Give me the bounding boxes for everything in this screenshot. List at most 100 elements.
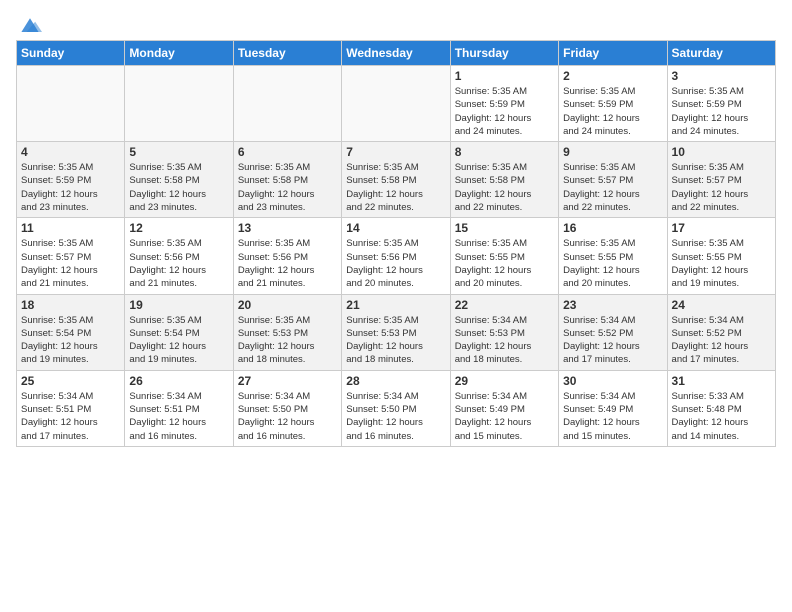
day-number: 6 <box>238 145 337 159</box>
day-number: 18 <box>21 298 120 312</box>
day-info: Sunrise: 5:35 AMSunset: 5:59 PMDaylight:… <box>563 85 662 138</box>
day-info: Sunrise: 5:35 AMSunset: 5:54 PMDaylight:… <box>129 314 228 367</box>
empty-day <box>125 66 233 142</box>
day-info: Sunrise: 5:34 AMSunset: 5:52 PMDaylight:… <box>563 314 662 367</box>
calendar-day-19: 19 Sunrise: 5:35 AMSunset: 5:54 PMDayligh… <box>125 294 233 370</box>
calendar-day-30: 30 Sunrise: 5:34 AMSunset: 5:49 PMDayligh… <box>559 370 667 446</box>
calendar-week-row: 1 Sunrise: 5:35 AMSunset: 5:59 PMDaylight… <box>17 66 776 142</box>
day-number: 16 <box>563 221 662 235</box>
day-number: 15 <box>455 221 554 235</box>
day-info: Sunrise: 5:34 AMSunset: 5:49 PMDaylight:… <box>563 390 662 443</box>
day-info: Sunrise: 5:34 AMSunset: 5:53 PMDaylight:… <box>455 314 554 367</box>
day-info: Sunrise: 5:34 AMSunset: 5:50 PMDaylight:… <box>238 390 337 443</box>
day-number: 25 <box>21 374 120 388</box>
day-info: Sunrise: 5:35 AMSunset: 5:55 PMDaylight:… <box>455 237 554 290</box>
day-info: Sunrise: 5:35 AMSunset: 5:58 PMDaylight:… <box>238 161 337 214</box>
day-number: 14 <box>346 221 445 235</box>
calendar-day-10: 10 Sunrise: 5:35 AMSunset: 5:57 PMDayligh… <box>667 142 775 218</box>
day-info: Sunrise: 5:33 AMSunset: 5:48 PMDaylight:… <box>672 390 771 443</box>
day-info: Sunrise: 5:35 AMSunset: 5:53 PMDaylight:… <box>238 314 337 367</box>
calendar-day-23: 23Sunrise: 5:34 AMSunset: 5:52 PMDayligh… <box>559 294 667 370</box>
day-info: Sunrise: 5:34 AMSunset: 5:52 PMDaylight:… <box>672 314 771 367</box>
day-number: 13 <box>238 221 337 235</box>
calendar-week-row: 4 Sunrise: 5:35 AMSunset: 5:59 PMDaylight… <box>17 142 776 218</box>
calendar-day-29: 29 Sunrise: 5:34 AMSunset: 5:49 PMDayligh… <box>450 370 558 446</box>
day-info: Sunrise: 5:35 AMSunset: 5:56 PMDaylight:… <box>346 237 445 290</box>
column-header-wednesday: Wednesday <box>342 41 450 66</box>
day-number: 10 <box>672 145 771 159</box>
day-info: Sunrise: 5:35 AMSunset: 5:59 PMDaylight:… <box>455 85 554 138</box>
calendar-day-24: 24 Sunrise: 5:34 AMSunset: 5:52 PMDayligh… <box>667 294 775 370</box>
day-number: 9 <box>563 145 662 159</box>
calendar-day-26: 26 Sunrise: 5:34 AMSunset: 5:51 PMDayligh… <box>125 370 233 446</box>
day-number: 20 <box>238 298 337 312</box>
column-header-tuesday: Tuesday <box>233 41 341 66</box>
day-number: 30 <box>563 374 662 388</box>
calendar-day-7: 7Sunrise: 5:35 AMSunset: 5:58 PMDaylight… <box>342 142 450 218</box>
day-number: 17 <box>672 221 771 235</box>
calendar-day-5: 5 Sunrise: 5:35 AMSunset: 5:58 PMDaylight… <box>125 142 233 218</box>
calendar-day-15: 15 Sunrise: 5:35 AMSunset: 5:55 PMDayligh… <box>450 218 558 294</box>
day-number: 24 <box>672 298 771 312</box>
day-number: 1 <box>455 69 554 83</box>
calendar-day-18: 18 Sunrise: 5:35 AMSunset: 5:54 PMDayligh… <box>17 294 125 370</box>
calendar-day-2: 2 Sunrise: 5:35 AMSunset: 5:59 PMDaylight… <box>559 66 667 142</box>
calendar-day-21: 21 Sunrise: 5:35 AMSunset: 5:53 PMDayligh… <box>342 294 450 370</box>
column-header-friday: Friday <box>559 41 667 66</box>
calendar-day-28: 28 Sunrise: 5:34 AMSunset: 5:50 PMDayligh… <box>342 370 450 446</box>
logo <box>16 16 42 32</box>
calendar-day-22: 22Sunrise: 5:34 AMSunset: 5:53 PMDayligh… <box>450 294 558 370</box>
calendar-day-13: 13 Sunrise: 5:35 AMSunset: 5:56 PMDayligh… <box>233 218 341 294</box>
calendar-day-8: 8 Sunrise: 5:35 AMSunset: 5:58 PMDaylight… <box>450 142 558 218</box>
day-number: 2 <box>563 69 662 83</box>
day-info: Sunrise: 5:35 AMSunset: 5:58 PMDaylight:… <box>455 161 554 214</box>
day-info: Sunrise: 5:35 AMSunset: 5:59 PMDaylight:… <box>21 161 120 214</box>
calendar-day-1: 1 Sunrise: 5:35 AMSunset: 5:59 PMDaylight… <box>450 66 558 142</box>
day-info: Sunrise: 5:35 AMSunset: 5:58 PMDaylight:… <box>129 161 228 214</box>
logo-icon <box>18 16 42 36</box>
day-info: Sunrise: 5:35 AMSunset: 5:57 PMDaylight:… <box>563 161 662 214</box>
day-number: 21 <box>346 298 445 312</box>
day-info: Sunrise: 5:35 AMSunset: 5:53 PMDaylight:… <box>346 314 445 367</box>
day-info: Sunrise: 5:35 AMSunset: 5:55 PMDaylight:… <box>672 237 771 290</box>
day-info: Sunrise: 5:34 AMSunset: 5:49 PMDaylight:… <box>455 390 554 443</box>
empty-day <box>342 66 450 142</box>
day-number: 31 <box>672 374 771 388</box>
calendar-day-20: 20 Sunrise: 5:35 AMSunset: 5:53 PMDayligh… <box>233 294 341 370</box>
calendar-day-17: 17 Sunrise: 5:35 AMSunset: 5:55 PMDayligh… <box>667 218 775 294</box>
calendar-day-27: 27 Sunrise: 5:34 AMSunset: 5:50 PMDayligh… <box>233 370 341 446</box>
day-number: 27 <box>238 374 337 388</box>
day-info: Sunrise: 5:34 AMSunset: 5:50 PMDaylight:… <box>346 390 445 443</box>
day-number: 5 <box>129 145 228 159</box>
calendar-day-6: 6 Sunrise: 5:35 AMSunset: 5:58 PMDaylight… <box>233 142 341 218</box>
empty-day <box>17 66 125 142</box>
day-info: Sunrise: 5:35 AMSunset: 5:56 PMDaylight:… <box>129 237 228 290</box>
empty-day <box>233 66 341 142</box>
column-header-saturday: Saturday <box>667 41 775 66</box>
day-info: Sunrise: 5:35 AMSunset: 5:55 PMDaylight:… <box>563 237 662 290</box>
day-number: 7 <box>346 145 445 159</box>
calendar-day-14: 14 Sunrise: 5:35 AMSunset: 5:56 PMDayligh… <box>342 218 450 294</box>
day-info: Sunrise: 5:35 AMSunset: 5:56 PMDaylight:… <box>238 237 337 290</box>
day-info: Sunrise: 5:35 AMSunset: 5:59 PMDaylight:… <box>672 85 771 138</box>
day-info: Sunrise: 5:34 AMSunset: 5:51 PMDaylight:… <box>129 390 228 443</box>
day-number: 4 <box>21 145 120 159</box>
day-number: 19 <box>129 298 228 312</box>
day-info: Sunrise: 5:35 AMSunset: 5:54 PMDaylight:… <box>21 314 120 367</box>
day-info: Sunrise: 5:35 AMSunset: 5:57 PMDaylight:… <box>21 237 120 290</box>
column-header-sunday: Sunday <box>17 41 125 66</box>
calendar-day-11: 11 Sunrise: 5:35 AMSunset: 5:57 PMDayligh… <box>17 218 125 294</box>
day-number: 29 <box>455 374 554 388</box>
column-header-monday: Monday <box>125 41 233 66</box>
calendar-day-3: 3 Sunrise: 5:35 AMSunset: 5:59 PMDaylight… <box>667 66 775 142</box>
day-number: 28 <box>346 374 445 388</box>
calendar-week-row: 18 Sunrise: 5:35 AMSunset: 5:54 PMDayligh… <box>17 294 776 370</box>
calendar-day-31: 31 Sunrise: 5:33 AMSunset: 5:48 PMDayligh… <box>667 370 775 446</box>
day-number: 8 <box>455 145 554 159</box>
day-number: 3 <box>672 69 771 83</box>
day-number: 11 <box>21 221 120 235</box>
calendar-day-9: 9 Sunrise: 5:35 AMSunset: 5:57 PMDaylight… <box>559 142 667 218</box>
day-info: Sunrise: 5:35 AMSunset: 5:57 PMDaylight:… <box>672 161 771 214</box>
calendar-day-25: 25Sunrise: 5:34 AMSunset: 5:51 PMDayligh… <box>17 370 125 446</box>
day-number: 26 <box>129 374 228 388</box>
